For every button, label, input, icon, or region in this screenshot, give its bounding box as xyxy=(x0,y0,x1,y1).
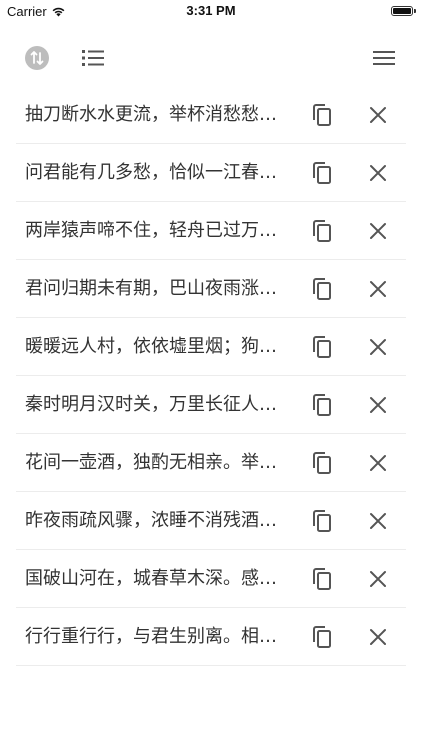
delete-button[interactable] xyxy=(356,499,400,543)
menu-button[interactable] xyxy=(362,36,406,80)
sort-toggle-icon xyxy=(25,46,49,70)
status-time: 3:31 PM xyxy=(186,3,236,18)
list-item[interactable]: 国破山河在，城春草木深。感时花溅泪 xyxy=(16,550,406,608)
sort-toggle-button[interactable] xyxy=(15,36,59,80)
delete-button[interactable] xyxy=(356,151,400,195)
delete-button[interactable] xyxy=(356,441,400,485)
close-icon xyxy=(370,281,386,297)
toolbar xyxy=(0,36,422,80)
copy-button[interactable] xyxy=(300,151,344,195)
close-icon xyxy=(370,455,386,471)
list-view-button[interactable] xyxy=(71,36,115,80)
close-icon xyxy=(370,107,386,123)
copy-icon xyxy=(313,394,331,416)
copy-button[interactable] xyxy=(300,325,344,369)
close-icon xyxy=(370,165,386,181)
delete-button[interactable] xyxy=(356,209,400,253)
copy-icon xyxy=(313,568,331,590)
poem-text: 昨夜雨疏风骤，浓睡不消残酒。试问卷帘人 xyxy=(25,510,287,531)
delete-button[interactable] xyxy=(356,267,400,311)
list-item[interactable]: 问君能有几多愁，恰似一江春水向东流 xyxy=(16,144,406,202)
list-item[interactable]: 花间一壶酒，独酌无相亲。举杯邀明月 xyxy=(16,434,406,492)
close-icon xyxy=(370,339,386,355)
poem-list: 抽刀断水水更流，举杯消愁愁更愁 问君能有几多愁，恰似一江春水向东流 两岸猿声啼不… xyxy=(16,86,406,666)
poem-text: 国破山河在，城春草木深。感时花溅泪 xyxy=(25,568,287,589)
copy-button[interactable] xyxy=(300,383,344,427)
list-item[interactable]: 两岸猿声啼不住，轻舟已过万重山 xyxy=(16,202,406,260)
close-icon xyxy=(370,513,386,529)
copy-button[interactable] xyxy=(300,499,344,543)
copy-button[interactable] xyxy=(300,93,344,137)
delete-button[interactable] xyxy=(356,325,400,369)
status-bar: Carrier 3:31 PM xyxy=(0,0,422,22)
menu-icon xyxy=(373,51,395,65)
copy-icon xyxy=(313,162,331,184)
delete-button[interactable] xyxy=(356,557,400,601)
copy-icon xyxy=(313,626,331,648)
poem-text: 两岸猿声啼不住，轻舟已过万重山 xyxy=(25,220,287,241)
list-item[interactable]: 秦时明月汉时关，万里长征人未还 xyxy=(16,376,406,434)
copy-button[interactable] xyxy=(300,441,344,485)
copy-button[interactable] xyxy=(300,209,344,253)
copy-icon xyxy=(313,452,331,474)
close-icon xyxy=(370,571,386,587)
poem-text: 行行重行行，与君生别离。相去万余里 xyxy=(25,626,287,647)
list-icon xyxy=(82,50,104,66)
copy-icon xyxy=(313,220,331,242)
poem-text: 花间一壶酒，独酌无相亲。举杯邀明月 xyxy=(25,452,287,473)
copy-icon xyxy=(313,510,331,532)
delete-button[interactable] xyxy=(356,93,400,137)
battery-icon xyxy=(391,6,416,16)
close-icon xyxy=(370,397,386,413)
copy-icon xyxy=(313,278,331,300)
copy-icon xyxy=(313,336,331,358)
copy-button[interactable] xyxy=(300,267,344,311)
copy-icon xyxy=(313,104,331,126)
poem-text: 暖暖远人村，依依墟里烟；狗吠深巷中 xyxy=(25,336,287,357)
close-icon xyxy=(370,223,386,239)
copy-button[interactable] xyxy=(300,615,344,659)
list-item[interactable]: 昨夜雨疏风骤，浓睡不消残酒。试问卷帘人 xyxy=(16,492,406,550)
copy-button[interactable] xyxy=(300,557,344,601)
delete-button[interactable] xyxy=(356,615,400,659)
delete-button[interactable] xyxy=(356,383,400,427)
list-item[interactable]: 行行重行行，与君生别离。相去万余里 xyxy=(16,608,406,666)
close-icon xyxy=(370,629,386,645)
list-item[interactable]: 君问归期未有期，巴山夜雨涨秋池 xyxy=(16,260,406,318)
poem-text: 抽刀断水水更流，举杯消愁愁更愁 xyxy=(25,104,287,125)
poem-text: 秦时明月汉时关，万里长征人未还 xyxy=(25,394,287,415)
poem-text: 问君能有几多愁，恰似一江春水向东流 xyxy=(25,162,287,183)
list-item[interactable]: 暖暖远人村，依依墟里烟；狗吠深巷中 xyxy=(16,318,406,376)
list-item[interactable]: 抽刀断水水更流，举杯消愁愁更愁 xyxy=(16,86,406,144)
poem-text: 君问归期未有期，巴山夜雨涨秋池 xyxy=(25,278,287,299)
